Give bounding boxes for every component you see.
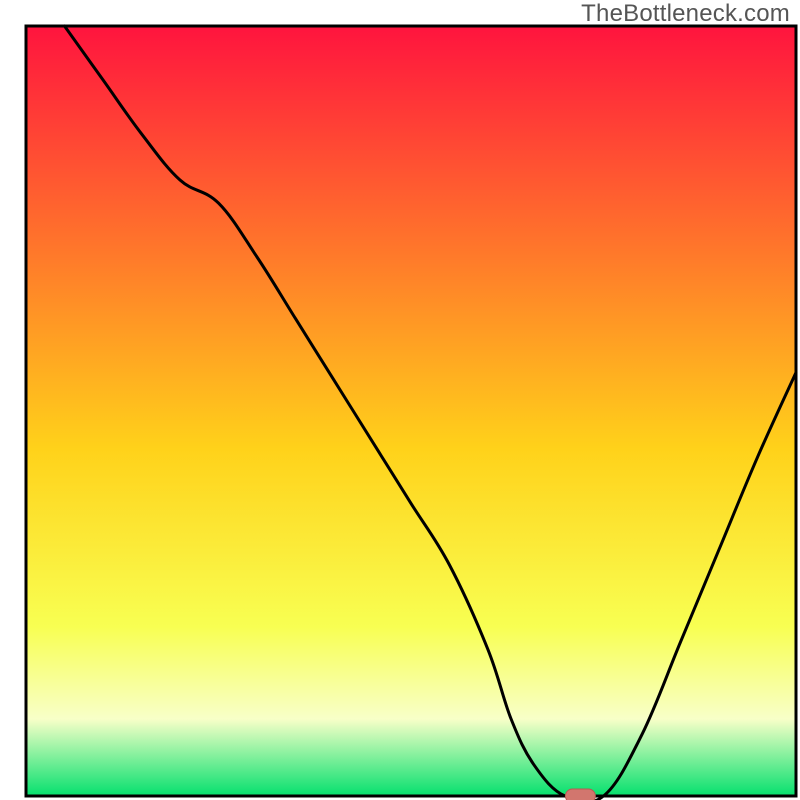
bottleneck-chart [0, 0, 800, 800]
optimum-marker [565, 789, 595, 800]
chart-container: { "watermark": "TheBottleneck.com", "col… [0, 0, 800, 800]
plot-background [26, 26, 796, 796]
watermark-text: TheBottleneck.com [581, 0, 790, 28]
